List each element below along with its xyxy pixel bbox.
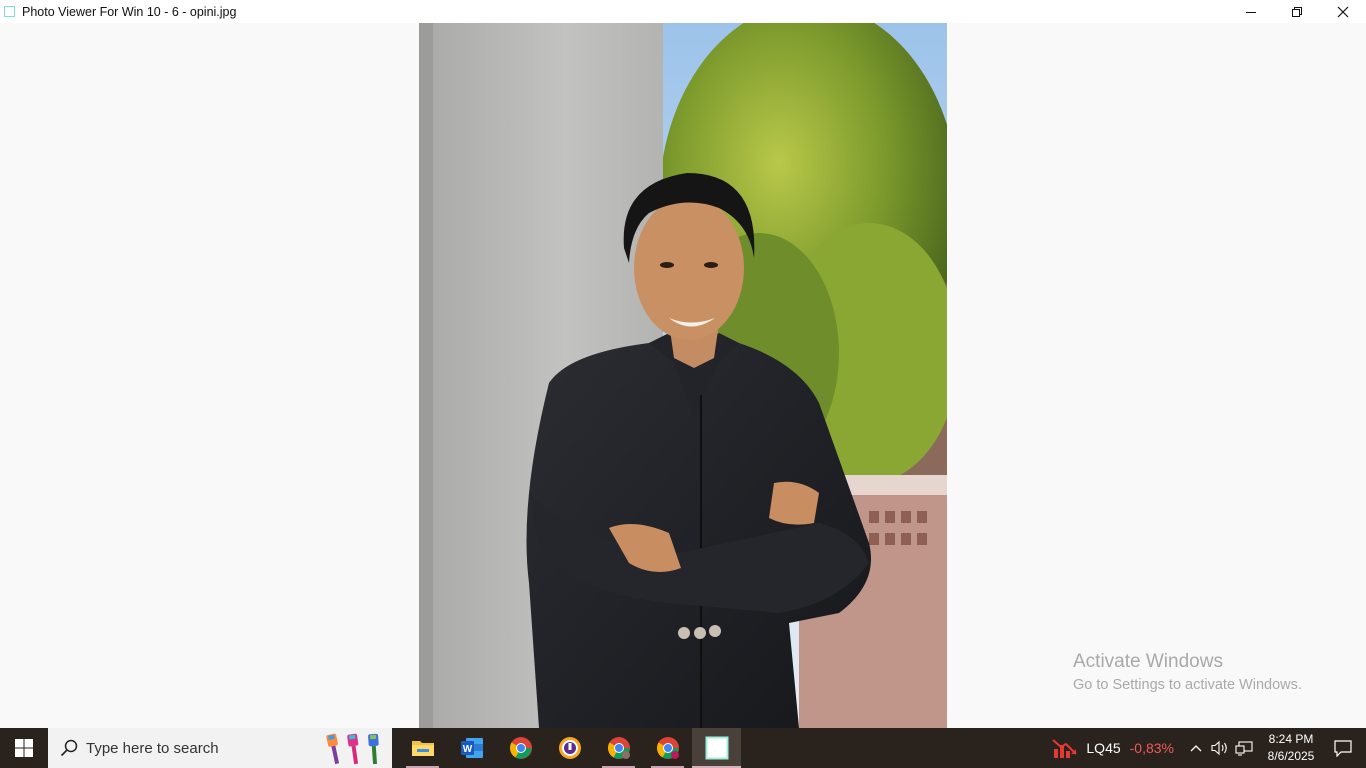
start-button[interactable] [0,728,48,768]
taskbar-chrome-profile-2[interactable] [643,728,692,768]
photo-viewer-icon [705,736,728,760]
network-ethernet-icon [1235,741,1253,756]
photo-viewer-app-icon [4,6,15,17]
displayed-photo[interactable] [419,23,947,728]
taskbar-chrome-profile-1[interactable] [594,728,643,768]
window-controls [1228,0,1366,23]
clock-date: 8/6/2025 [1267,749,1315,763]
speaker-icon [1211,740,1227,756]
taskbar-file-explorer[interactable] [398,728,447,768]
network-button[interactable] [1232,740,1256,756]
notification-icon [1334,739,1352,757]
file-explorer-icon [411,741,434,756]
clock-time: 8:24 PM [1268,732,1314,746]
minimize-icon [1246,11,1256,13]
chevron-up-icon [1190,745,1202,752]
show-hidden-icons-button[interactable] [1184,744,1208,752]
restore-icon [1292,6,1302,17]
activation-watermark: Activate Windows Go to Settings to activ… [1073,651,1302,697]
watermark-subtitle: Go to Settings to activate Windows. [1073,677,1302,693]
volume-button[interactable] [1208,740,1232,756]
windows-logo-icon [15,739,33,757]
restore-button[interactable] [1274,0,1320,23]
taskbar-chrome[interactable] [496,728,545,768]
stock-name: LQ45 [1086,740,1121,756]
chrome-icon [509,737,532,759]
svg-text:W: W [462,744,472,755]
action-center-button[interactable] [1320,728,1366,768]
taskbar-clock[interactable]: 8:24 PM 8/6/2025 [1262,731,1320,765]
search-highlight-brushes-icon[interactable] [322,732,386,766]
image-viewer-area[interactable]: Activate Windows Go to Settings to activ… [0,23,1366,728]
chrome-profile-icon [607,737,630,759]
system-tray: LQ45 -0,83% 8:24 PM 8/6/2025 [1052,728,1366,768]
taskbar-browser-shield[interactable] [545,728,594,768]
taskbar-search-box[interactable] [48,728,392,768]
search-input[interactable] [86,739,286,757]
word-icon: W [460,738,483,758]
browser-shield-icon [558,737,581,759]
window-title: Photo Viewer For Win 10 - 6 - opini.jpg [22,4,237,19]
close-button[interactable] [1320,0,1366,23]
search-icon [60,739,78,757]
close-icon [1337,6,1349,17]
minimize-button[interactable] [1228,0,1274,23]
taskbar-word[interactable]: W [447,728,496,768]
stock-change: -0,83% [1129,740,1174,756]
taskbar: W [0,728,1366,768]
watermark-title: Activate Windows [1073,651,1223,672]
taskbar-photo-viewer[interactable] [692,728,741,768]
stock-widget[interactable]: LQ45 -0,83% [1052,737,1174,759]
title-bar[interactable]: Photo Viewer For Win 10 - 6 - opini.jpg [0,0,1366,23]
stock-down-chart-icon [1052,739,1078,758]
chrome-profile-icon [656,737,679,759]
